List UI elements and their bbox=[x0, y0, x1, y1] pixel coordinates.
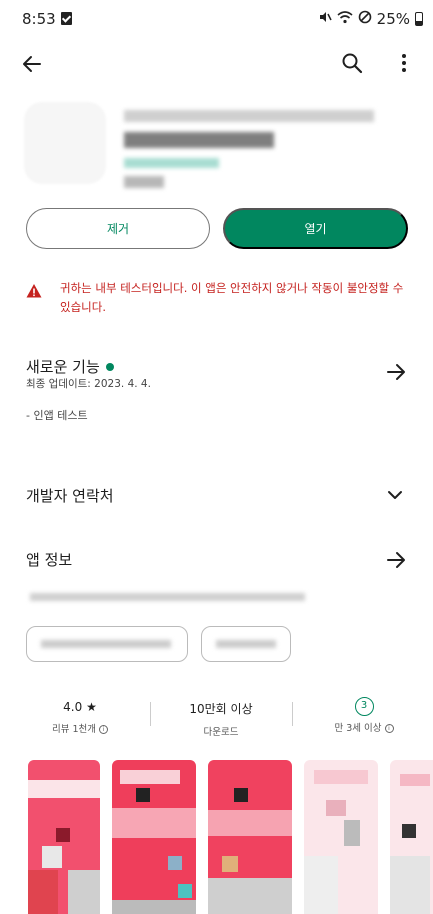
star-icon: ★ bbox=[86, 700, 97, 714]
app-header bbox=[24, 100, 414, 195]
warning-icon bbox=[26, 283, 42, 299]
app-stats-row: 4.0 ★ 리뷰 1천개 i 10만회 이상 다운로드 3 만 3세 이상 i bbox=[0, 690, 433, 750]
tag-chip[interactable] bbox=[26, 626, 188, 662]
age-rating-badge: 3 bbox=[354, 697, 374, 716]
top-app-bar bbox=[0, 44, 433, 84]
status-bar: 8:53 25% bbox=[0, 0, 433, 40]
mute-icon bbox=[318, 10, 332, 28]
age-rating-label: 만 3세 이상 i bbox=[302, 720, 426, 734]
notification-check-icon bbox=[61, 12, 72, 25]
remove-button[interactable]: 제거 bbox=[26, 208, 210, 249]
search-icon[interactable] bbox=[340, 51, 364, 75]
battery-icon bbox=[415, 12, 423, 26]
whats-new-title[interactable]: 새로운 기능 bbox=[26, 356, 114, 377]
rating-value: 4.0 ★ bbox=[63, 700, 97, 714]
rating-stat: 4.0 ★ 리뷰 1천개 i bbox=[20, 690, 140, 735]
info-icon: i bbox=[99, 725, 109, 734]
do-not-disturb-icon bbox=[358, 10, 372, 28]
chevron-down-icon[interactable] bbox=[384, 484, 406, 506]
stat-divider bbox=[292, 702, 293, 726]
new-indicator-dot bbox=[105, 362, 114, 371]
reviews-label: 리뷰 1천개 i bbox=[20, 721, 140, 735]
screenshot-thumbnail[interactable] bbox=[390, 760, 433, 914]
screenshot-thumbnail[interactable] bbox=[112, 760, 196, 914]
stat-divider bbox=[150, 702, 151, 726]
downloads-stat: 10만회 이상 다운로드 bbox=[160, 690, 282, 738]
developer-name-redacted[interactable] bbox=[124, 158, 219, 168]
back-arrow-icon[interactable] bbox=[20, 52, 44, 76]
downloads-value: 10만회 이상 bbox=[189, 702, 253, 716]
app-meta-redacted bbox=[124, 176, 164, 188]
age-rating-stat[interactable]: 3 만 3세 이상 i bbox=[302, 690, 426, 734]
whats-new-label: 새로운 기능 bbox=[26, 358, 100, 376]
developer-contact-title[interactable]: 개발자 연락처 bbox=[26, 485, 114, 506]
screenshot-thumbnail[interactable] bbox=[28, 760, 100, 914]
release-notes-text: - 인앱 테스트 bbox=[26, 409, 88, 422]
info-icon: i bbox=[384, 724, 394, 733]
app-title-redacted bbox=[124, 110, 374, 122]
screenshot-thumbnail[interactable] bbox=[208, 760, 292, 914]
more-options-icon[interactable] bbox=[392, 51, 416, 75]
app-info-arrow-icon[interactable] bbox=[384, 548, 408, 572]
last-updated-text: 최종 업데이트: 2023. 4. 4. bbox=[26, 378, 151, 390]
app-icon bbox=[24, 102, 106, 184]
app-info-title[interactable]: 앱 정보 bbox=[26, 549, 72, 570]
battery-percent: 25% bbox=[376, 10, 410, 28]
open-button[interactable]: 열기 bbox=[223, 208, 408, 249]
status-indicators: 25% bbox=[318, 10, 423, 28]
app-description-redacted bbox=[30, 593, 305, 601]
screenshot-thumbnail[interactable] bbox=[304, 760, 378, 914]
app-title-line2-redacted bbox=[124, 132, 274, 148]
screenshot-carousel[interactable] bbox=[0, 760, 433, 914]
whats-new-arrow-icon[interactable] bbox=[384, 360, 408, 384]
status-time: 8:53 bbox=[22, 10, 56, 28]
wifi-icon bbox=[337, 10, 353, 28]
downloads-label: 다운로드 bbox=[203, 727, 239, 738]
tag-chip[interactable] bbox=[201, 626, 291, 662]
warning-text: 귀하는 내부 테스터입니다. 이 앱은 안전하지 않거나 작동이 불안정할 수 … bbox=[60, 281, 404, 314]
